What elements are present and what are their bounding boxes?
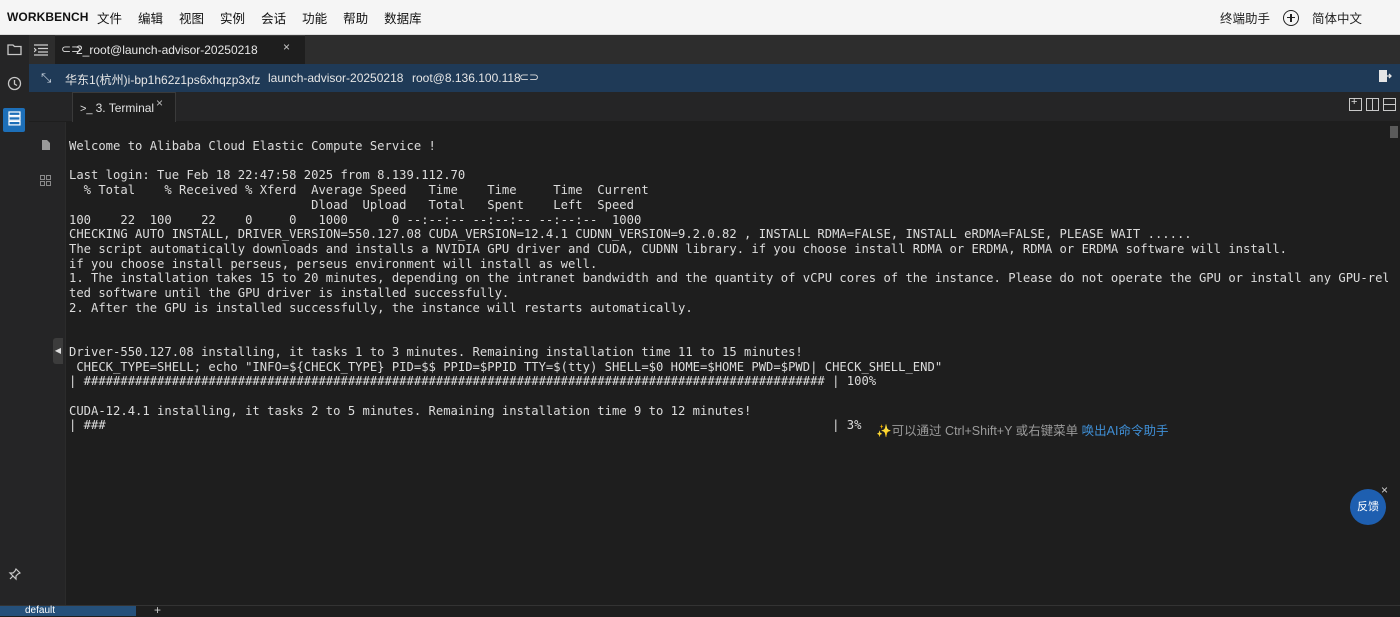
- menu-database[interactable]: 数据库: [384, 8, 422, 27]
- terminal-tab-label: >_ 3. Terminal: [80, 101, 155, 115]
- session-tab-bar: ⊂⊃ 2_root@launch-advisor-20250218 ×: [29, 35, 1400, 64]
- split-vertical-icon[interactable]: [1366, 98, 1379, 111]
- bottom-bar: default +: [0, 603, 1400, 617]
- terminal-tab-bar: >_ 3. Terminal × +: [29, 92, 1400, 122]
- split-horizontal-icon[interactable]: [1383, 98, 1396, 111]
- terminal-output[interactable]: Welcome to Alibaba Cloud Elastic Compute…: [65, 122, 1400, 605]
- history-icon[interactable]: [6, 76, 23, 93]
- connection-link-icon[interactable]: ⊂⊃: [519, 70, 539, 84]
- menu-instance[interactable]: 实例: [220, 8, 245, 27]
- menu-file[interactable]: 文件: [97, 8, 122, 27]
- region-instance-id: 华东1(杭州)i-bp1h62z1ps6xhqzp3xfz: [65, 73, 261, 87]
- fullscreen-icon[interactable]: ⤡: [41, 70, 51, 86]
- activity-bar: [0, 35, 30, 605]
- instance-info-bar: ⤡ 华东1(杭州)i-bp1h62z1ps6xhqzp3xfz launch-a…: [29, 64, 1400, 92]
- language-select[interactable]: 简体中文: [1312, 8, 1362, 27]
- file-icon[interactable]: [41, 138, 51, 156]
- collapse-panel-handle[interactable]: ◀: [53, 338, 63, 364]
- menu-features[interactable]: 功能: [302, 8, 327, 27]
- folder-icon[interactable]: [6, 43, 23, 60]
- grid-icon[interactable]: [40, 173, 51, 191]
- add-circle-icon[interactable]: [1282, 9, 1299, 26]
- menu-bar: WORKBENCH 文件 编辑 视图 实例 会话 功能 帮助 数据库 终端助手 …: [0, 0, 1400, 35]
- menu-edit[interactable]: 编辑: [138, 8, 163, 27]
- terminal-scrollbar[interactable]: [1388, 122, 1400, 605]
- menu-items: 文件 编辑 视图 实例 会话 功能 帮助 数据库: [97, 0, 438, 35]
- menu-help[interactable]: 帮助: [343, 8, 368, 27]
- terminal-assistant-button[interactable]: 终端助手: [1220, 8, 1270, 27]
- ai-hint: ✨可以通过 Ctrl+Shift+Y 或右键菜单 唤出AI命令助手: [876, 420, 1168, 439]
- pin-icon[interactable]: [6, 567, 23, 585]
- app-brand: WORKBENCH: [7, 10, 89, 24]
- exit-icon[interactable]: [1378, 69, 1392, 83]
- ai-assistant-link[interactable]: 唤出AI命令助手: [1082, 424, 1169, 438]
- menu-session[interactable]: 会话: [261, 8, 286, 27]
- server-list-icon[interactable]: [6, 111, 23, 128]
- terminal-tab-close-icon[interactable]: ×: [156, 96, 163, 110]
- add-pane-icon[interactable]: +: [1349, 96, 1362, 111]
- scrollbar-thumb[interactable]: [1390, 126, 1398, 138]
- right-menu: 终端助手 简体中文: [1220, 0, 1362, 35]
- terminal-tab[interactable]: >_ 3. Terminal ×: [72, 92, 176, 122]
- pane-layout-controls: +: [1349, 96, 1400, 111]
- session-tab-label: 2_root@launch-advisor-20250218: [76, 43, 258, 57]
- terminal-text: Welcome to Alibaba Cloud Elastic Compute…: [69, 139, 1398, 433]
- menu-view[interactable]: 视图: [179, 8, 204, 27]
- connection-host: root@8.136.100.118: [412, 71, 521, 85]
- session-tab[interactable]: ⊂⊃ 2_root@launch-advisor-20250218 ×: [55, 35, 305, 64]
- hint-text: ✨可以通过 Ctrl+Shift+Y 或右键菜单: [876, 424, 1082, 438]
- feedback-close-icon[interactable]: ×: [1381, 483, 1388, 497]
- instance-name: launch-advisor-20250218: [268, 71, 404, 85]
- session-tab-close-icon[interactable]: ×: [283, 40, 290, 54]
- toggle-sidebar-icon[interactable]: [33, 43, 48, 61]
